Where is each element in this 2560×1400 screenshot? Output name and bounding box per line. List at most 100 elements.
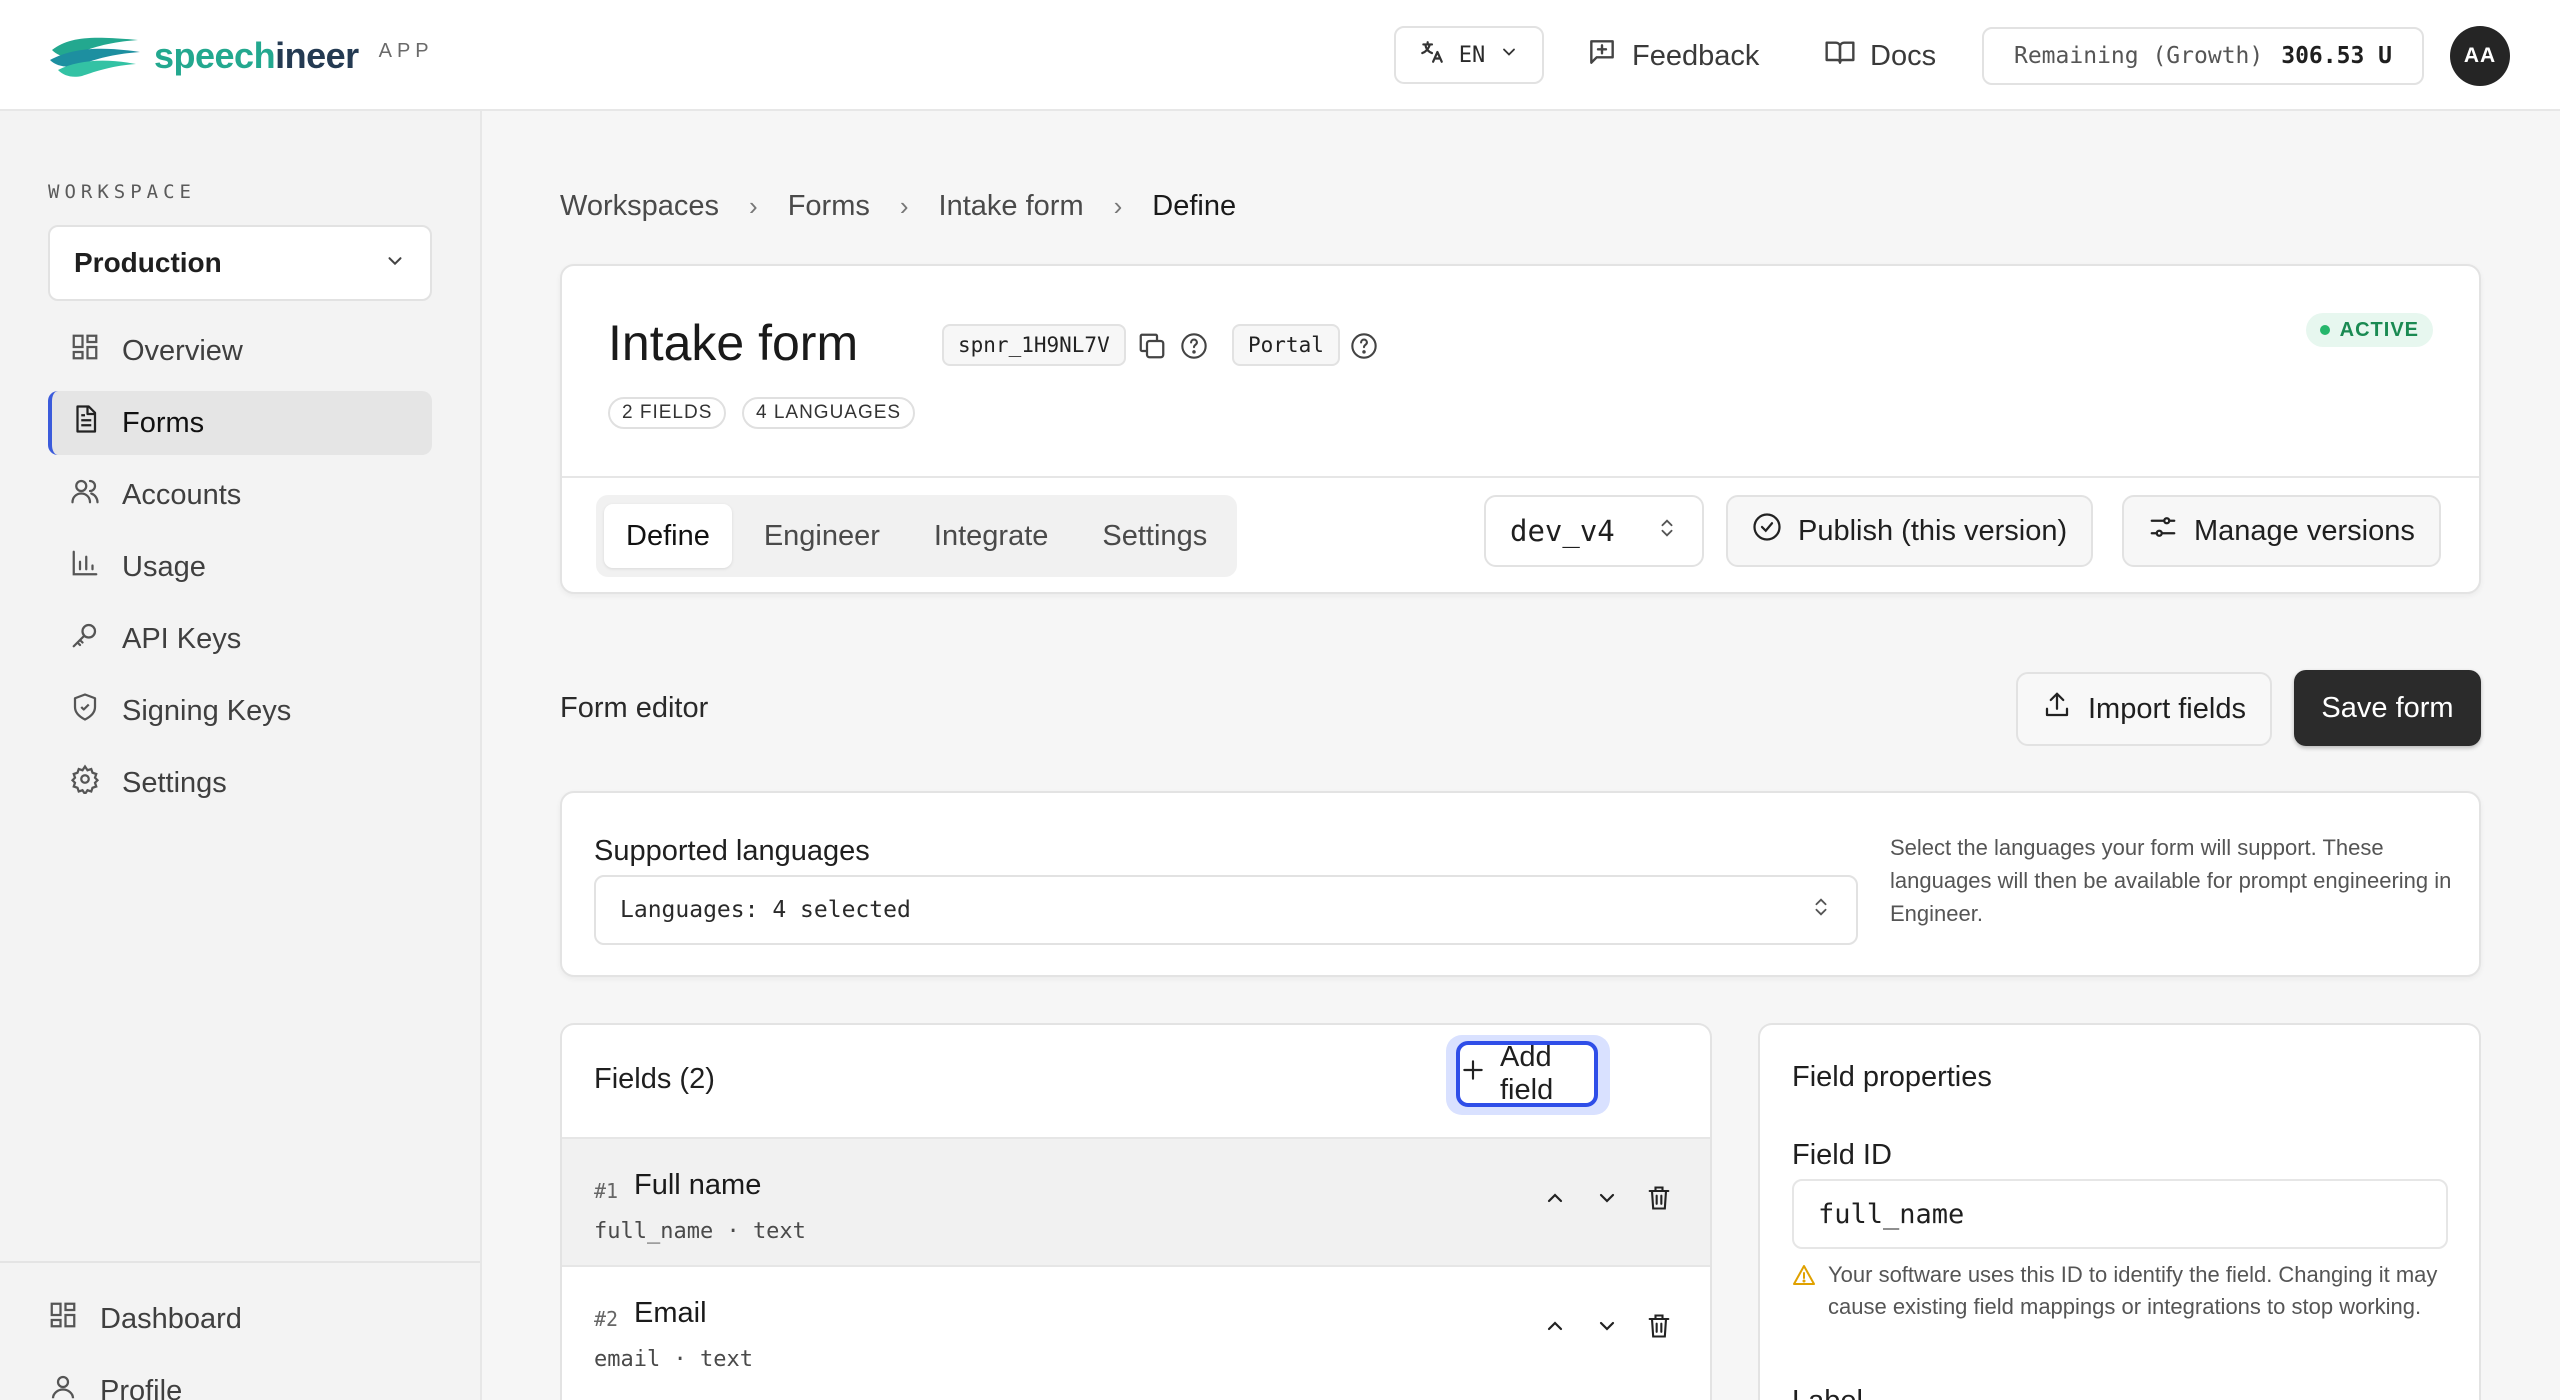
page-title: Intake form (608, 315, 859, 371)
gear-icon (70, 764, 100, 802)
bar-chart-icon (70, 548, 100, 586)
workspace-label: WORKSPACE (48, 181, 196, 203)
sidebar-footer: Dashboard Profile (0, 1261, 480, 1400)
version-value: dev_v4 (1510, 514, 1615, 548)
top-bar: speechineer APP EN Feedback Docs Remaini… (0, 0, 2560, 111)
docs-link[interactable]: Docs (1824, 28, 1936, 84)
field-id-warning: Your software uses this ID to identify t… (1792, 1259, 2452, 1323)
field-row[interactable]: #1 Full name full_name · text (562, 1137, 1710, 1265)
workspace-value: Production (74, 247, 222, 278)
add-field-button[interactable]: Add field (1456, 1041, 1598, 1107)
import-fields-button[interactable]: Import fields (2016, 672, 2272, 746)
brand-suffix: APP (378, 39, 434, 62)
chevron-down-icon (1499, 42, 1519, 68)
chevron-down-icon[interactable] (1592, 1311, 1622, 1341)
sliders-icon (2148, 512, 2178, 550)
wave-logo-icon (50, 37, 140, 77)
grid-icon (48, 1300, 78, 1338)
sidebar-item-profile[interactable]: Profile (26, 1359, 426, 1400)
sidebar-nav: Overview Forms Accounts Usage API Keys S… (48, 319, 432, 823)
breadcrumb-intake-form[interactable]: Intake form (939, 190, 1084, 223)
workspace-select[interactable]: Production (48, 225, 432, 301)
languages-label: Supported languages (594, 835, 870, 867)
sidebar: WORKSPACE Production Overview Forms Acco… (0, 111, 482, 1400)
sidebar-item-label: Profile (100, 1374, 183, 1400)
form-type-chip: Portal (1232, 324, 1340, 366)
languages-card: Supported languages Languages: 4 selecte… (560, 791, 2481, 977)
properties-title: Field properties (1792, 1061, 1992, 1093)
check-circle-icon (1752, 512, 1782, 550)
sidebar-item-usage[interactable]: Usage (48, 535, 432, 599)
brand-name: speechineer (154, 35, 359, 76)
status-label: ACTIVE (2339, 318, 2419, 341)
tab-integrate[interactable]: Integrate (912, 504, 1070, 568)
plus-icon (1460, 1057, 1486, 1091)
chevron-right-icon: › (899, 191, 909, 221)
breadcrumb-workspaces[interactable]: Workspaces (560, 190, 719, 223)
form-header-card: Intake form spnr_1H9NL7V Portal 2 FIELDS… (560, 264, 2481, 594)
warning-icon (1792, 1263, 1816, 1323)
sidebar-item-settings[interactable]: Settings (48, 751, 432, 815)
publish-label: Publish (this version) (1798, 514, 2068, 547)
field-id-label: Field ID (1792, 1139, 1892, 1171)
help-icon[interactable] (1180, 332, 1208, 360)
sidebar-item-label: Usage (122, 550, 206, 583)
field-name: Email (634, 1297, 707, 1329)
avatar[interactable]: AA (2450, 26, 2510, 86)
tab-engineer[interactable]: Engineer (742, 504, 902, 568)
grid-icon (70, 332, 100, 370)
feedback-label: Feedback (1632, 39, 1760, 72)
feedback-link[interactable]: Feedback (1586, 28, 1759, 84)
section-title: Form editor (560, 692, 709, 724)
languages-select[interactable]: Languages: 4 selected (594, 875, 1858, 945)
document-icon (70, 404, 100, 442)
fields-count-pill: 2 FIELDS (608, 397, 727, 429)
publish-button[interactable]: Publish (this version) (1726, 495, 2094, 567)
book-icon (1824, 36, 1856, 76)
tab-bar: Define Engineer Integrate Settings (596, 495, 1238, 577)
breadcrumb: Workspaces › Forms › Intake form › Defin… (560, 190, 1236, 223)
fields-panel: Fields (2) Add field #1 Full name full_n… (560, 1023, 1712, 1400)
breadcrumb-current: Define (1152, 190, 1237, 222)
trash-icon[interactable] (1644, 1311, 1674, 1341)
sidebar-item-overview[interactable]: Overview (48, 319, 432, 383)
sidebar-item-forms[interactable]: Forms (48, 391, 432, 455)
field-properties-panel: Field properties Field ID full_name Your… (1758, 1023, 2481, 1400)
tab-define[interactable]: Define (604, 504, 732, 568)
breadcrumb-forms[interactable]: Forms (788, 190, 870, 223)
save-form-button[interactable]: Save form (2294, 670, 2481, 746)
field-row[interactable]: #2 Email email · text (562, 1265, 1710, 1393)
chevron-up-icon[interactable] (1540, 1183, 1570, 1213)
chevron-up-icon[interactable] (1540, 1311, 1570, 1341)
manage-versions-label: Manage versions (2194, 514, 2415, 547)
divider (562, 476, 2479, 478)
field-row-actions (1540, 1183, 1674, 1213)
users-icon (70, 476, 100, 514)
sidebar-item-api-keys[interactable]: API Keys (48, 607, 432, 671)
field-row-actions (1540, 1311, 1674, 1341)
help-icon[interactable] (1350, 332, 1378, 360)
tab-settings[interactable]: Settings (1080, 504, 1229, 568)
chevron-up-down-icon (1656, 514, 1678, 548)
field-id-input[interactable]: full_name (1792, 1179, 2448, 1249)
brand-logo[interactable]: speechineer APP (48, 30, 434, 82)
chevron-down-icon[interactable] (1592, 1183, 1622, 1213)
translate-icon (1419, 39, 1445, 71)
field-name: Full name (634, 1169, 762, 1201)
manage-versions-button[interactable]: Manage versions (2122, 495, 2441, 567)
upload-icon (2042, 690, 2072, 728)
copy-icon[interactable] (1136, 330, 1168, 362)
languages-help-text: Select the languages your form will supp… (1890, 835, 2452, 926)
chevron-right-icon: › (1113, 191, 1123, 221)
sidebar-item-dashboard[interactable]: Dashboard (26, 1287, 426, 1351)
language-selector[interactable]: EN (1394, 26, 1544, 84)
sidebar-item-label: Accounts (122, 478, 242, 511)
label-field-label: Label (1792, 1385, 1863, 1400)
sidebar-item-accounts[interactable]: Accounts (48, 463, 432, 527)
trash-icon[interactable] (1644, 1183, 1674, 1213)
warning-text: Your software uses this ID to identify t… (1828, 1262, 2438, 1319)
sidebar-item-signing-keys[interactable]: Signing Keys (48, 679, 432, 743)
chevron-down-icon (384, 247, 406, 279)
version-select[interactable]: dev_v4 (1484, 495, 1704, 567)
docs-label: Docs (1870, 39, 1937, 72)
